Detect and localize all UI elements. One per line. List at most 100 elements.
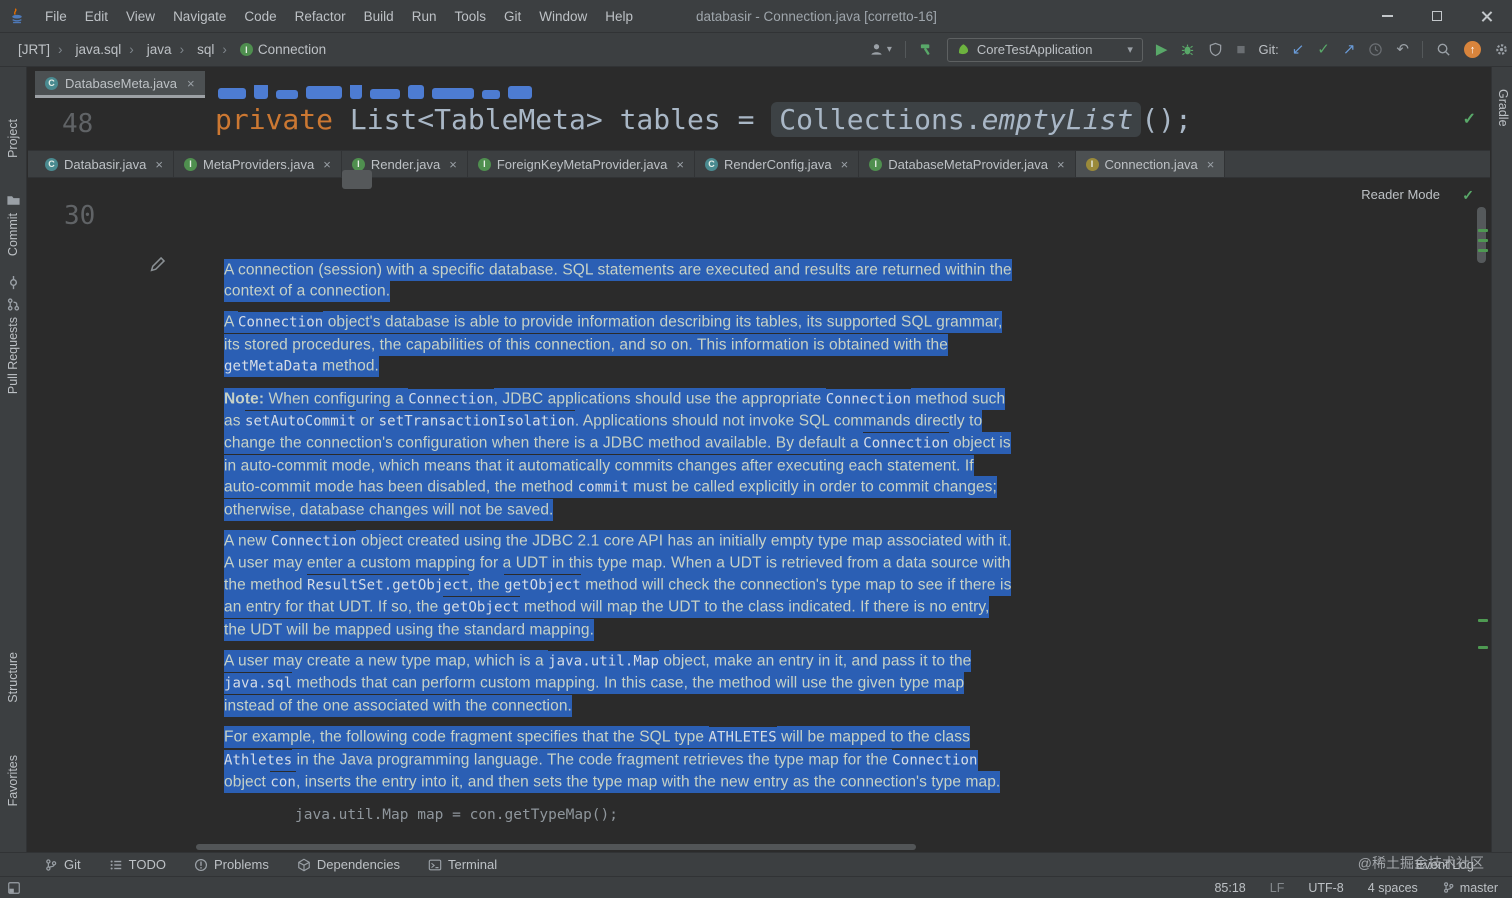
tab-label: RenderConfig.java xyxy=(723,156,832,172)
horizontal-scrollbar[interactable] xyxy=(196,844,916,850)
breadcrumb-item[interactable]: sql xyxy=(172,42,214,57)
file-encoding[interactable]: UTF-8 xyxy=(1308,881,1343,895)
caret-position[interactable]: 85:18 xyxy=(1214,881,1245,895)
reader-mode-editor[interactable]: Reader Mode ✓ 30 A connection (session) … xyxy=(28,179,1490,852)
doc-inline-code: getObject xyxy=(504,574,581,596)
sidebar-item-pull-requests[interactable]: Pull Requests xyxy=(6,317,20,394)
sidebar-item-favorites[interactable]: Favorites xyxy=(6,755,20,806)
breadcrumb-item[interactable]: I Connection xyxy=(214,42,326,57)
title-bar: File Edit View Navigate Code Refactor Bu… xyxy=(0,0,1512,33)
menu-item[interactable]: Navigate xyxy=(164,5,235,28)
close-icon[interactable]: × xyxy=(449,157,457,172)
tool-window-toggle-icon[interactable] xyxy=(7,881,21,895)
editor-tab[interactable]: I Connection.java × xyxy=(1075,151,1226,177)
pull-request-icon[interactable] xyxy=(6,297,21,312)
breadcrumb-item[interactable]: java xyxy=(121,42,172,57)
doc-code-snippet[interactable]: java.util.Map map = con.getTypeMap(); xyxy=(295,807,1012,823)
menu-item[interactable]: Code xyxy=(235,5,285,28)
close-icon[interactable]: × xyxy=(155,157,163,172)
menu-item[interactable]: File xyxy=(36,5,76,28)
javadoc-content: A connection (session) with a specific d… xyxy=(224,258,1012,823)
doc-paragraph[interactable]: Note: When configuring a Connection, JDB… xyxy=(224,387,1012,521)
close-icon[interactable]: × xyxy=(323,157,331,172)
line-number[interactable]: 30 xyxy=(64,201,95,231)
doc-paragraph[interactable]: A user may create a new type map, which … xyxy=(224,650,1012,717)
breadcrumb-item[interactable]: java.sql xyxy=(50,42,122,57)
close-icon[interactable]: × xyxy=(187,76,195,91)
sidebar-item-project[interactable]: Project xyxy=(6,119,20,158)
coverage-shield-icon[interactable] xyxy=(1208,42,1223,57)
tool-window-button[interactable]: Git xyxy=(44,857,81,872)
git-branch[interactable]: master xyxy=(1442,881,1498,895)
inspections-ok-icon[interactable]: ✓ xyxy=(1462,187,1474,204)
doc-inline-code: commit xyxy=(577,477,629,499)
doc-paragraph[interactable]: A Connection object's database is able t… xyxy=(224,311,1012,378)
menu-item[interactable]: Tools xyxy=(445,5,495,28)
folder-icon[interactable] xyxy=(6,193,21,208)
menu-item[interactable]: Build xyxy=(355,5,403,28)
tool-window-button[interactable]: Problems xyxy=(194,857,269,872)
tab-label: DatabaseMeta.java xyxy=(65,75,178,91)
run-button[interactable]: ▶ xyxy=(1156,42,1168,57)
vertical-scrollbar[interactable] xyxy=(1477,207,1486,263)
divider xyxy=(904,41,906,58)
editor-tab[interactable]: C DatabaseMeta.java × xyxy=(35,71,205,98)
stop-button[interactable]: ■ xyxy=(1236,42,1245,57)
gear-icon[interactable] xyxy=(1494,42,1509,57)
maximize-button[interactable] xyxy=(1412,0,1462,33)
git-update-icon[interactable]: ↙ xyxy=(1292,42,1305,57)
editor-tab[interactable]: I MetaProviders.java × xyxy=(174,151,342,177)
git-push-icon[interactable]: ↗ xyxy=(1343,42,1356,57)
doc-paragraph[interactable]: A connection (session) with a specific d… xyxy=(224,258,1012,302)
close-button[interactable] xyxy=(1462,0,1512,33)
reader-mode-toggle[interactable]: Reader Mode xyxy=(1361,187,1440,202)
ide-update-icon[interactable]: ↑ xyxy=(1464,41,1481,58)
doc-paragraph[interactable]: For example, the following code fragment… xyxy=(224,726,1012,794)
inspections-ok-icon[interactable]: ✓ xyxy=(1463,109,1476,129)
line-separator[interactable]: LF xyxy=(1270,881,1285,895)
menu-item[interactable]: Help xyxy=(596,5,642,28)
tool-window-button[interactable]: TODO xyxy=(109,857,166,872)
editor-tab[interactable]: C Databasir.java × xyxy=(35,151,174,177)
tool-window-icon xyxy=(109,858,123,872)
line-number[interactable]: 48 xyxy=(62,109,93,139)
menu-item[interactable]: View xyxy=(117,5,164,28)
doc-inline-code: Connection xyxy=(271,530,357,552)
menu-item[interactable]: Refactor xyxy=(286,5,355,28)
tool-window-button[interactable]: Dependencies xyxy=(297,857,400,872)
editor-tab[interactable]: C RenderConfig.java × xyxy=(695,151,860,177)
minimize-button[interactable] xyxy=(1362,0,1412,33)
doc-paragraph[interactable]: A new Connection object created using th… xyxy=(224,529,1012,641)
sidebar-item-commit[interactable]: Commit xyxy=(6,213,20,256)
sidebar-item-structure[interactable]: Structure xyxy=(6,652,20,703)
debug-bug-icon[interactable] xyxy=(1180,42,1195,57)
sidebar-item-gradle[interactable]: Gradle xyxy=(1496,89,1510,127)
git-commit-check-icon[interactable]: ✓ xyxy=(1317,42,1330,57)
editor-tab[interactable]: I ForeignKeyMetaProvider.java × xyxy=(468,151,695,177)
tool-window-button[interactable]: Terminal xyxy=(428,857,497,872)
build-hammer-icon[interactable] xyxy=(919,42,934,57)
run-configuration-select[interactable]: CoreTestApplication ▾ xyxy=(946,37,1143,62)
search-icon[interactable] xyxy=(1436,42,1451,57)
close-icon[interactable]: × xyxy=(676,157,684,172)
close-icon[interactable]: × xyxy=(1207,157,1215,172)
menu-item[interactable]: Run xyxy=(403,5,446,28)
rollback-undo-icon[interactable]: ↶ xyxy=(1396,42,1409,57)
status-widgets: 85:18 LF UTF-8 4 spaces master xyxy=(1214,881,1512,895)
menu-item[interactable]: Window xyxy=(530,5,596,28)
menu-item[interactable]: Git xyxy=(495,5,530,28)
code-line[interactable]: private List<TableMeta> tables = Collect… xyxy=(215,102,1192,137)
doc-text: A new xyxy=(224,529,272,552)
close-icon[interactable]: × xyxy=(1057,157,1065,172)
doc-inline-code: Connection xyxy=(238,312,324,334)
commit-icon[interactable] xyxy=(6,275,21,290)
close-icon[interactable]: × xyxy=(841,157,849,172)
breadcrumb-item[interactable]: [JRT] xyxy=(18,42,50,57)
profile-menu[interactable]: ▾ xyxy=(869,42,892,57)
editor-tab[interactable]: I DatabaseMetaProvider.java × xyxy=(859,151,1076,177)
menu-item[interactable]: Edit xyxy=(76,5,117,28)
left-tool-strip: Project Commit Pull Requests Structure F… xyxy=(0,67,27,852)
history-clock-icon[interactable] xyxy=(1368,42,1383,57)
indent-style[interactable]: 4 spaces xyxy=(1368,881,1418,895)
edit-pencil-icon[interactable] xyxy=(148,255,167,274)
